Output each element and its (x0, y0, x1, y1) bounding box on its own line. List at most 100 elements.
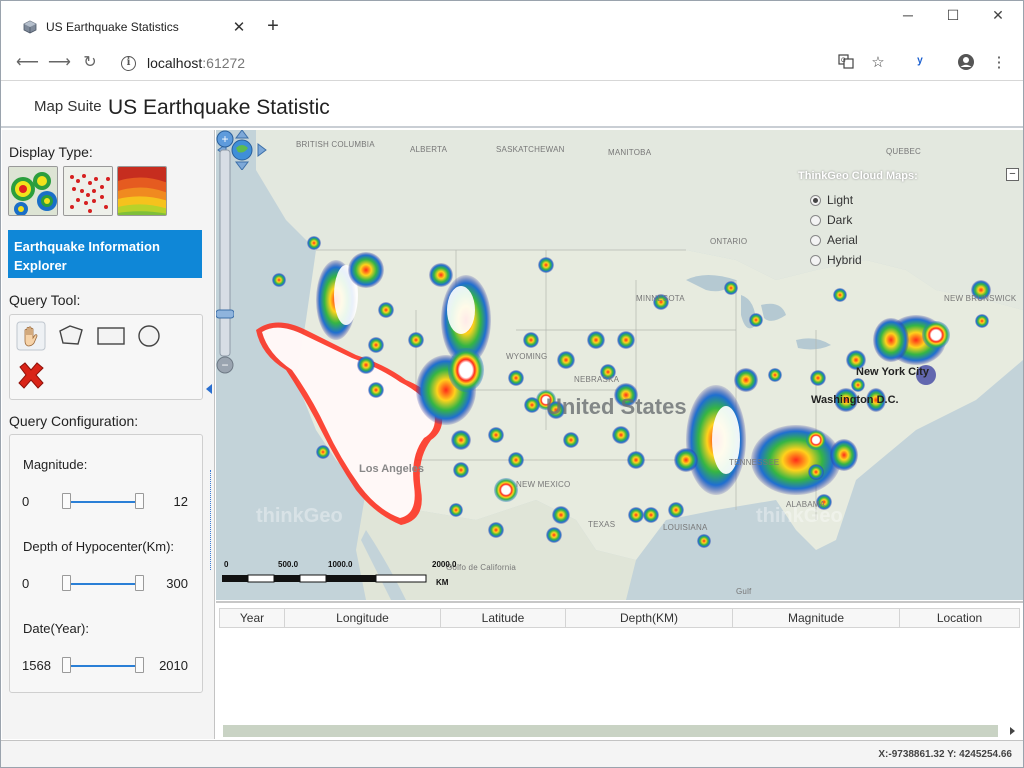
radio-icon[interactable] (810, 254, 821, 266)
column-header-longitude[interactable]: Longitude (285, 608, 441, 628)
date-min-value: 1568 (22, 658, 51, 673)
hand-icon (16, 321, 46, 351)
region-label: BRITISH COLUMBIA (296, 140, 375, 149)
basemap-option-label: Light (827, 193, 854, 207)
earthquake-explorer-button[interactable]: Earthquake Information Explorer (8, 230, 202, 278)
radio-icon[interactable] (810, 234, 821, 246)
clear-query-button[interactable] (14, 359, 48, 393)
scale-label: 2000.0 (432, 560, 457, 569)
date-max-value: 2010 (159, 658, 188, 673)
minimize-button[interactable]: ─ (885, 7, 931, 29)
circle-icon (138, 325, 160, 347)
earthquake-map[interactable]: thinkGeo thinkGeo BRITISH COLUMBIA ALBER… (216, 130, 1023, 600)
basemap-title: ThinkGeo Cloud Maps: (798, 170, 918, 182)
region-label: MINNESOTA (636, 294, 685, 303)
magnitude-max-value: 12 (173, 494, 188, 509)
basemap-option-light[interactable]: Light (810, 190, 978, 210)
depth-min-thumb[interactable] (62, 575, 71, 591)
region-label: ONTARIO (710, 237, 748, 246)
sidebar-splitter[interactable] (210, 470, 213, 570)
reload-icon[interactable]: ↻ (80, 53, 100, 73)
column-header-depth[interactable]: Depth(KM) (566, 608, 733, 628)
new-tab-button[interactable]: + (263, 16, 283, 36)
tab-close-icon[interactable]: ✕ (227, 18, 251, 36)
watermark-text: thinkGeo (256, 505, 343, 527)
point-map-thumbnail-icon (64, 167, 112, 215)
polygon-tool-button[interactable] (54, 319, 88, 353)
table-header: Year Longitude Latitude Depth(KM) Magnit… (219, 608, 1020, 628)
rectangle-tool-button[interactable] (94, 319, 128, 353)
profile-avatar-icon[interactable] (956, 53, 976, 73)
isoline-thumbnail-icon (118, 167, 166, 215)
city-label-los-angeles: Los Angeles (359, 463, 424, 475)
region-label: NEW BRUNSWICK (944, 294, 1017, 303)
maximize-button[interactable]: ☐ (930, 7, 976, 29)
basemap-option-dark[interactable]: Dark (810, 210, 978, 230)
svg-text:−: − (221, 358, 228, 372)
url-port: :61272 (202, 55, 246, 71)
radio-icon[interactable] (810, 214, 821, 226)
region-label: Gulf (736, 587, 752, 596)
depth-slider-track[interactable] (66, 583, 140, 585)
date-slider-track[interactable] (66, 665, 140, 667)
window-close-button[interactable]: ✕ (975, 7, 1021, 29)
region-label: QUEBEC (886, 147, 921, 156)
region-label: TENNESSEE (729, 458, 780, 467)
scroll-right-arrow-icon[interactable] (1010, 727, 1015, 735)
scale-unit: KM (436, 578, 449, 587)
tab-title: US Earthquake Statistics (46, 20, 179, 34)
extension-icon[interactable]: ʸ (910, 53, 930, 73)
depth-max-thumb[interactable] (135, 575, 144, 591)
query-config-label: Query Configuration: (9, 413, 139, 429)
earthquake-results-table: Year Longitude Latitude Depth(KM) Magnit… (216, 601, 1023, 739)
scale-label: 1000.0 (328, 560, 353, 569)
browser-tab[interactable]: US Earthquake Statistics ✕ (11, 9, 251, 45)
region-label: NEW MEXICO (516, 480, 571, 489)
polygon-icon (59, 325, 83, 345)
heatmap-display-button[interactable] (8, 166, 58, 216)
city-label-new-york: New York City (856, 366, 929, 378)
pan-hand-tool-button[interactable] (14, 319, 48, 353)
isoline-display-button[interactable] (117, 166, 167, 216)
display-type-label: Display Type: (9, 144, 93, 160)
column-header-year[interactable]: Year (219, 608, 285, 628)
query-tool-panel (9, 314, 203, 400)
query-tool-label: Query Tool: (9, 292, 81, 308)
date-max-thumb[interactable] (135, 657, 144, 673)
point-display-button[interactable] (63, 166, 113, 216)
sidebar: Display Type: Earthquake Information Exp… (2, 130, 215, 739)
scale-label: 0 (224, 560, 229, 569)
region-label: LOUISIANA (663, 523, 708, 532)
translate-icon[interactable]: G (836, 53, 856, 73)
svg-text:G: G (841, 58, 846, 64)
region-label: MANITOBA (608, 148, 652, 157)
rectangle-icon (97, 327, 125, 345)
column-header-magnitude[interactable]: Magnitude (733, 608, 900, 628)
forward-arrow-icon[interactable]: ⟶ (48, 53, 71, 73)
column-header-location[interactable]: Location (900, 608, 1020, 628)
basemap-option-aerial[interactable]: Aerial (810, 230, 978, 250)
zoom-slider[interactable]: + − (216, 130, 234, 374)
scale-bar-graphic (222, 574, 427, 583)
browser-menu-icon[interactable]: ⋮ (989, 53, 1009, 73)
radio-icon[interactable] (810, 194, 821, 206)
site-info-icon[interactable]: i (121, 55, 136, 71)
magnitude-slider-track[interactable] (66, 501, 140, 503)
basemap-option-hybrid[interactable]: Hybrid (810, 250, 978, 270)
date-min-thumb[interactable] (62, 657, 71, 673)
depth-min-value: 0 (22, 576, 30, 591)
basemap-collapse-button[interactable]: − (1006, 168, 1019, 181)
depth-label: Depth of Hypocenter(Km): (23, 539, 175, 554)
address-field[interactable]: i localhost:61272 (121, 53, 245, 73)
url-host: localhost (147, 55, 203, 71)
circle-tool-button[interactable] (132, 319, 166, 353)
bookmark-star-icon[interactable]: ☆ (868, 53, 888, 73)
magnitude-max-thumb[interactable] (135, 493, 144, 509)
scale-bar: 0 500.0 1000.0 2000.0 KM (222, 560, 462, 590)
magnitude-min-thumb[interactable] (62, 493, 71, 509)
horizontal-scrollbar[interactable] (223, 725, 998, 737)
back-arrow-icon[interactable]: ⟵ (16, 53, 39, 73)
collapse-sidebar-arrow-icon[interactable] (206, 384, 212, 394)
column-header-latitude[interactable]: Latitude (441, 608, 566, 628)
query-config-panel: Magnitude: 0 12 Depth of Hypocenter(Km):… (9, 434, 203, 693)
